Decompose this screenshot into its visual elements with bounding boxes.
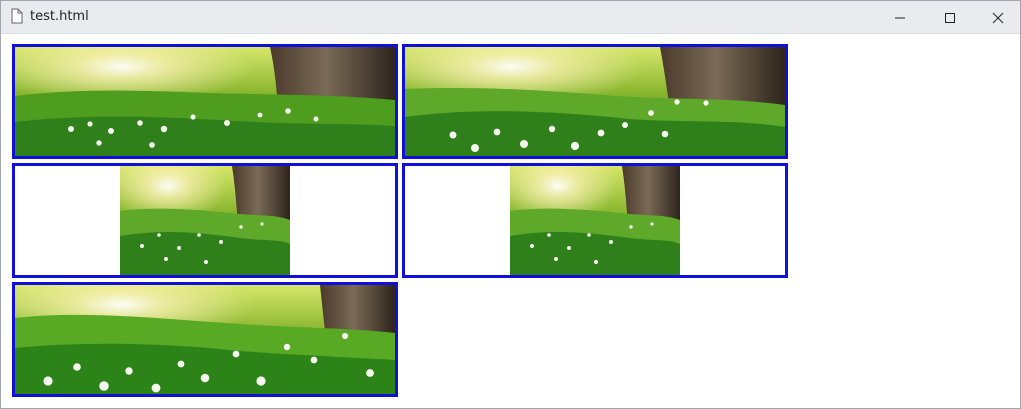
- meadow-image-contained: [120, 166, 290, 275]
- maximize-icon: [945, 12, 955, 23]
- maximize-button[interactable]: [927, 1, 973, 34]
- meadow-image-cover-frame: [12, 44, 398, 159]
- meadow-image-contained-duplicate-frame: [402, 163, 788, 278]
- document-icon: [11, 8, 23, 24]
- meadow-image-contained-frame: [12, 163, 398, 278]
- meadow-image-stretched-frame: [12, 282, 398, 397]
- page-content: [1, 35, 1020, 408]
- close-button[interactable]: [975, 1, 1020, 34]
- meadow-image-contained-duplicate: [510, 166, 680, 275]
- meadow-image-zoomed: [405, 47, 785, 156]
- browser-window: test.html: [0, 0, 1021, 409]
- minimize-icon: [895, 17, 905, 18]
- title-bar: test.html: [1, 1, 1020, 34]
- meadow-image-zoomed-frame: [402, 44, 788, 159]
- window-title: test.html: [30, 9, 89, 24]
- minimize-button[interactable]: [877, 1, 923, 34]
- meadow-image-cover: [15, 47, 395, 156]
- close-icon: [992, 12, 1004, 23]
- meadow-image-stretched: [15, 285, 395, 394]
